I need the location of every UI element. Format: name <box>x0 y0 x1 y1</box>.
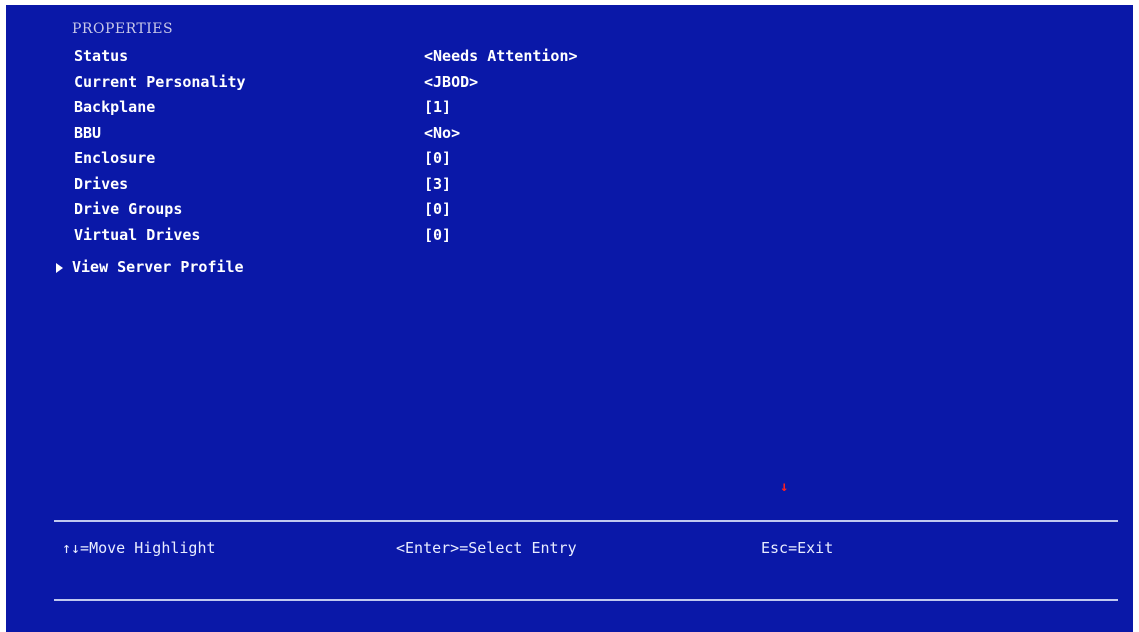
property-row-bbu[interactable]: BBU <No> <box>6 124 1133 150</box>
property-value[interactable]: <No> <box>424 124 460 142</box>
property-value[interactable]: [1] <box>424 98 451 116</box>
property-row-drives[interactable]: Drives [3] <box>6 175 1133 201</box>
property-value[interactable]: <JBOD> <box>424 73 478 91</box>
section-title: PROPERTIES <box>72 21 174 37</box>
property-row-status[interactable]: Status <Needs Attention> <box>6 47 1133 73</box>
view-server-profile-link[interactable]: View Server Profile <box>56 258 244 276</box>
property-row-backplane[interactable]: Backplane [1] <box>6 98 1133 124</box>
property-value[interactable]: [0] <box>424 226 451 244</box>
submenu-arrow-icon <box>56 262 63 273</box>
property-value[interactable]: [3] <box>424 175 451 193</box>
property-label: BBU <box>74 123 102 142</box>
property-label: Enclosure <box>74 149 156 167</box>
property-label: Drive Groups <box>74 200 183 218</box>
property-row-enclosure[interactable]: Enclosure [0] <box>6 149 1133 175</box>
bios-screen: PROPERTIES Status <Needs Attention> Curr… <box>6 5 1133 632</box>
property-value[interactable]: <Needs Attention> <box>424 47 578 65</box>
footer-exit-hint: Esc=Exit <box>761 539 834 557</box>
properties-list: Status <Needs Attention> Current Persona… <box>6 47 1133 251</box>
footer-divider-top <box>54 520 1118 522</box>
footer-divider-bottom <box>54 599 1118 601</box>
footer-move-highlight-hint: ↑↓=Move Highlight <box>62 539 216 557</box>
property-value[interactable]: [0] <box>424 200 451 218</box>
property-value[interactable]: [0] <box>424 149 451 167</box>
property-label: Drives <box>74 174 129 193</box>
property-row-current-personality[interactable]: Current Personality <JBOD> <box>6 73 1133 99</box>
property-row-virtual-drives[interactable]: Virtual Drives [0] <box>6 226 1133 252</box>
submenu-label: View Server Profile <box>72 258 244 276</box>
property-label: Status <box>74 47 129 65</box>
property-label: Backplane <box>74 98 156 116</box>
down-arrow-icon: ↓ <box>780 479 789 495</box>
property-row-drive-groups[interactable]: Drive Groups [0] <box>6 200 1133 226</box>
footer-select-entry-hint: <Enter>=Select Entry <box>396 539 577 557</box>
property-label: Current Personality <box>74 72 246 91</box>
property-label: Virtual Drives <box>74 225 201 244</box>
